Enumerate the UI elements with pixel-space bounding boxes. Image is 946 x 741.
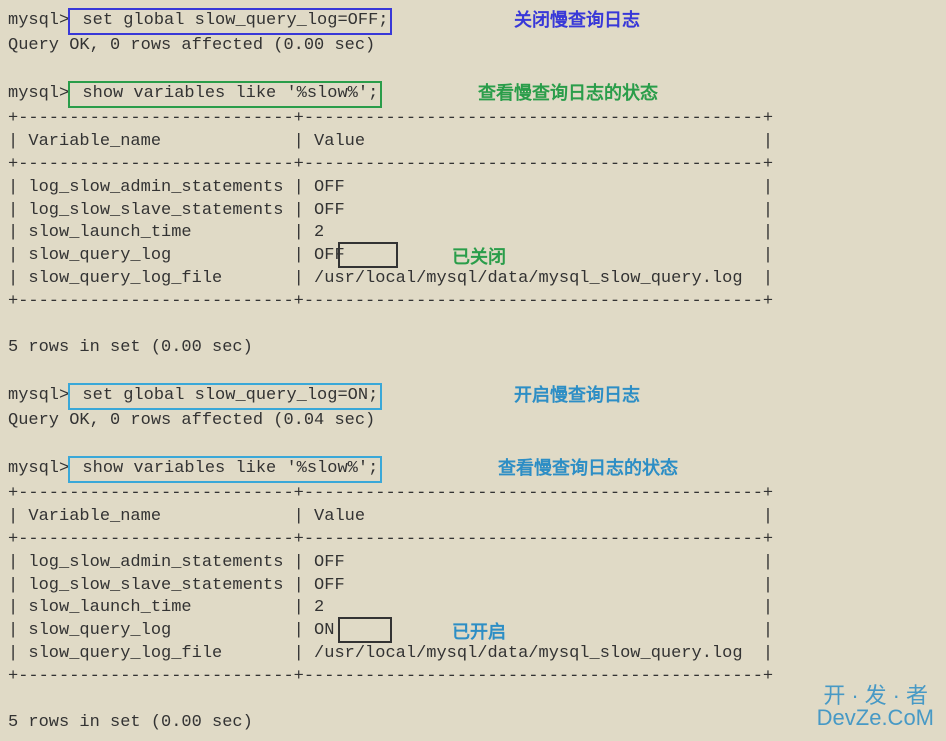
result-ok-2: Query OK, 0 rows affected (0.04 sec) xyxy=(8,410,938,433)
prompt: mysql> xyxy=(8,84,69,103)
value-off-box xyxy=(338,242,398,268)
cmd-set-off-box: set global slow_query_log=OFF; xyxy=(68,8,392,35)
table-row: | slow_query_log_file | /usr/local/mysql… xyxy=(8,643,938,666)
prompt: mysql> xyxy=(8,459,69,478)
watermark: 开·发·者 DevZe.CoM xyxy=(817,685,934,729)
table-divider: +---------------------------+-----------… xyxy=(8,483,938,506)
table-row: | log_slow_slave_statements | OFF | xyxy=(8,575,938,598)
cmd-show1-box: show variables like '%slow%'; xyxy=(68,81,382,108)
prompt: mysql> xyxy=(8,11,69,30)
table-divider: +---------------------------+-----------… xyxy=(8,291,938,314)
table-divider: +---------------------------+-----------… xyxy=(8,154,938,177)
table-row: | log_slow_slave_statements | OFF | xyxy=(8,200,938,223)
result-ok-1: Query OK, 0 rows affected (0.00 sec) xyxy=(8,35,938,58)
table-row-slow-query-off: | slow_query_log | OFF |已关闭 xyxy=(8,245,938,268)
table-header: | Variable_name | Value | xyxy=(8,131,938,154)
annotation-opened: 已开启 xyxy=(452,620,506,644)
table-divider: +---------------------------+-----------… xyxy=(8,529,938,552)
table-row-slow-query-on: | slow_query_log | ON |已开启 xyxy=(8,620,938,643)
table-divider: +---------------------------+-----------… xyxy=(8,108,938,131)
annotation-on: 开启慢查询日志 xyxy=(514,383,640,407)
table-header: | Variable_name | Value | xyxy=(8,506,938,529)
prompt: mysql> xyxy=(8,386,69,405)
rows-in-set: 5 rows in set (0.00 sec) xyxy=(8,337,938,360)
cmd-set-on-box: set global slow_query_log=ON; xyxy=(68,383,382,410)
table-row: | slow_query_log_file | /usr/local/mysql… xyxy=(8,268,938,291)
value-on-box xyxy=(338,617,392,643)
annotation-show2: 查看慢查询日志的状态 xyxy=(498,456,678,480)
table-divider: +---------------------------+-----------… xyxy=(8,666,938,689)
table-row: | log_slow_admin_statements | OFF | xyxy=(8,177,938,200)
cmd-set-off-line: mysql> set global slow_query_log=OFF; 关闭慢… xyxy=(8,8,938,35)
cmd-show2-line: mysql> show variables like '%slow%'; 查看慢查… xyxy=(8,456,938,483)
annotation-off: 关闭慢查询日志 xyxy=(514,8,640,32)
table-row: | log_slow_admin_statements | OFF | xyxy=(8,552,938,575)
rows-in-set: 5 rows in set (0.00 sec) xyxy=(8,712,938,735)
cmd-show2-box: show variables like '%slow%'; xyxy=(68,456,382,483)
cmd-show1-line: mysql> show variables like '%slow%'; 查看慢查… xyxy=(8,81,938,108)
annotation-closed: 已关闭 xyxy=(452,245,506,269)
table-row: | slow_launch_time | 2 | xyxy=(8,597,938,620)
table-row: | slow_launch_time | 2 | xyxy=(8,222,938,245)
annotation-show1: 查看慢查询日志的状态 xyxy=(478,81,658,105)
watermark-line1: 开·发·者 xyxy=(817,685,934,707)
cmd-set-on-line: mysql> set global slow_query_log=ON; 开启慢查… xyxy=(8,383,938,410)
watermark-line2: DevZe.CoM xyxy=(817,707,934,729)
